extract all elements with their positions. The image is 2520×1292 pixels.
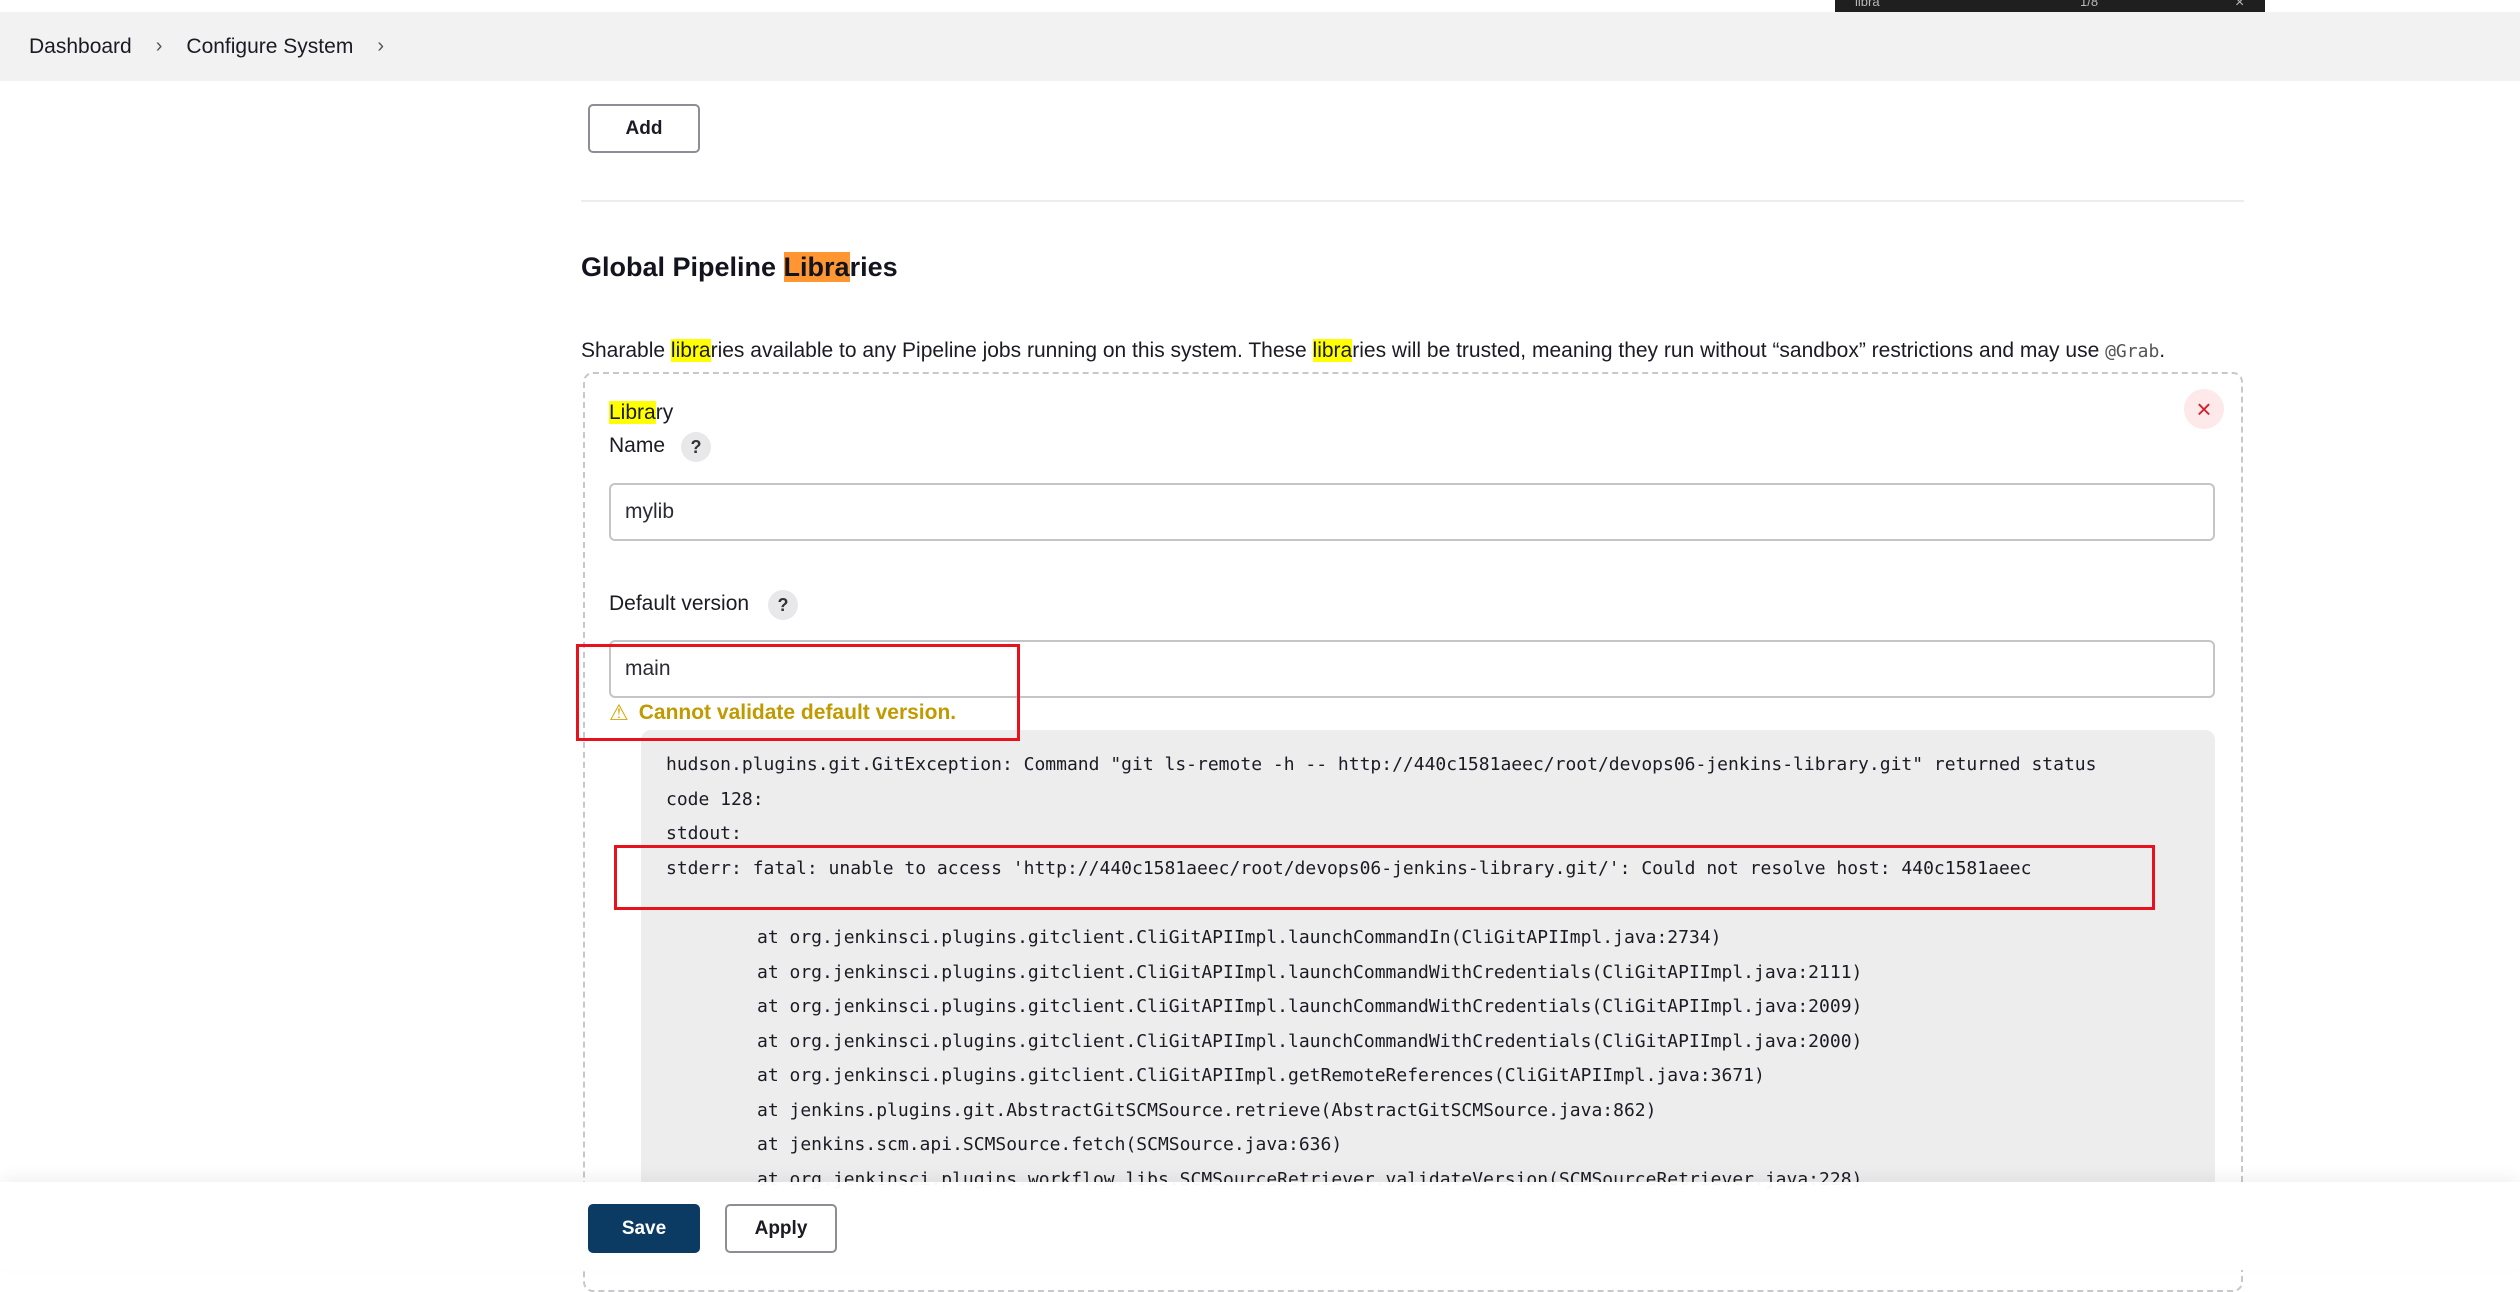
stacktrace-line: hudson.plugins.git.GitException: Command…: [666, 754, 2097, 775]
breadcrumb: Dashboard › Configure System ›: [0, 12, 2520, 81]
breadcrumb-configure-system[interactable]: Configure System: [186, 35, 353, 59]
section-divider: [581, 200, 2244, 202]
search-highlight: Libra: [609, 401, 656, 424]
library-header-text: ry: [655, 401, 674, 424]
name-label: Name: [609, 434, 666, 457]
desc-text: ries available to any Pipeline jobs runn…: [710, 339, 1313, 362]
stacktrace-line: stderr: fatal: unable to access 'http://…: [666, 858, 2032, 879]
search-highlight: libra: [670, 339, 711, 362]
find-count: 1/8: [2080, 0, 2099, 9]
library-header: Library: [609, 401, 673, 425]
find-close-icon[interactable]: ×: [2235, 0, 2244, 12]
breadcrumb-dashboard[interactable]: Dashboard: [29, 35, 132, 59]
search-highlight: libra: [1312, 339, 1353, 362]
stacktrace-line: code 128:: [666, 789, 764, 810]
desc-text: ries will be trusted, meaning they run w…: [1352, 339, 2106, 362]
warning-text: Cannot validate default version.: [638, 701, 957, 724]
stacktrace-frame: at org.jenkinsci.plugins.gitclient.CliGi…: [757, 1065, 1765, 1086]
section-title-text: Global Pipeline: [581, 252, 784, 282]
stacktrace-frame: at jenkins.plugins.git.AbstractGitSCMSou…: [757, 1100, 1657, 1121]
find-query[interactable]: libra: [1855, 0, 1880, 9]
apply-button[interactable]: Apply: [725, 1204, 837, 1253]
stacktrace-frame: at org.jenkinsci.plugins.gitclient.CliGi…: [757, 1031, 1863, 1052]
name-help-icon[interactable]: ?: [681, 432, 711, 462]
search-highlight-current: Libra: [783, 252, 850, 282]
default-version-help-icon[interactable]: ?: [768, 590, 798, 620]
bottom-action-bar: [0, 1182, 2520, 1270]
stacktrace-block: hudson.plugins.git.GitException: Command…: [641, 730, 2215, 1200]
save-button[interactable]: Save: [588, 1204, 700, 1253]
section-title-text: ries: [849, 252, 898, 282]
validation-warning: ⚠ Cannot validate default version.: [609, 700, 956, 726]
add-button[interactable]: Add: [588, 104, 700, 153]
stacktrace-frame: at org.jenkinsci.plugins.gitclient.CliGi…: [757, 996, 1863, 1017]
chevron-right-icon[interactable]: ›: [377, 35, 384, 58]
default-version-label: Default version: [609, 592, 750, 615]
stacktrace-line: stdout:: [666, 823, 742, 844]
grab-code: @Grab: [2105, 341, 2160, 362]
desc-text: Sharable: [581, 339, 671, 362]
stacktrace-frame: at jenkins.scm.api.SCMSource.fetch(SCMSo…: [757, 1134, 1343, 1155]
name-field[interactable]: mylib: [609, 483, 2215, 541]
default-version-field[interactable]: main: [609, 640, 2215, 698]
stacktrace-frame: at org.jenkinsci.plugins.gitclient.CliGi…: [757, 927, 1722, 948]
chevron-right-icon: ›: [155, 35, 163, 57]
warning-icon: ⚠: [609, 700, 629, 725]
desc-text: .: [2159, 339, 2166, 362]
stacktrace-frame: at org.jenkinsci.plugins.gitclient.CliGi…: [757, 962, 1863, 983]
delete-library-close-icon[interactable]: ×: [2184, 389, 2224, 429]
section-title: Global Pipeline Libraries: [581, 252, 898, 283]
section-description: Sharable libraries available to any Pipe…: [581, 339, 2165, 363]
